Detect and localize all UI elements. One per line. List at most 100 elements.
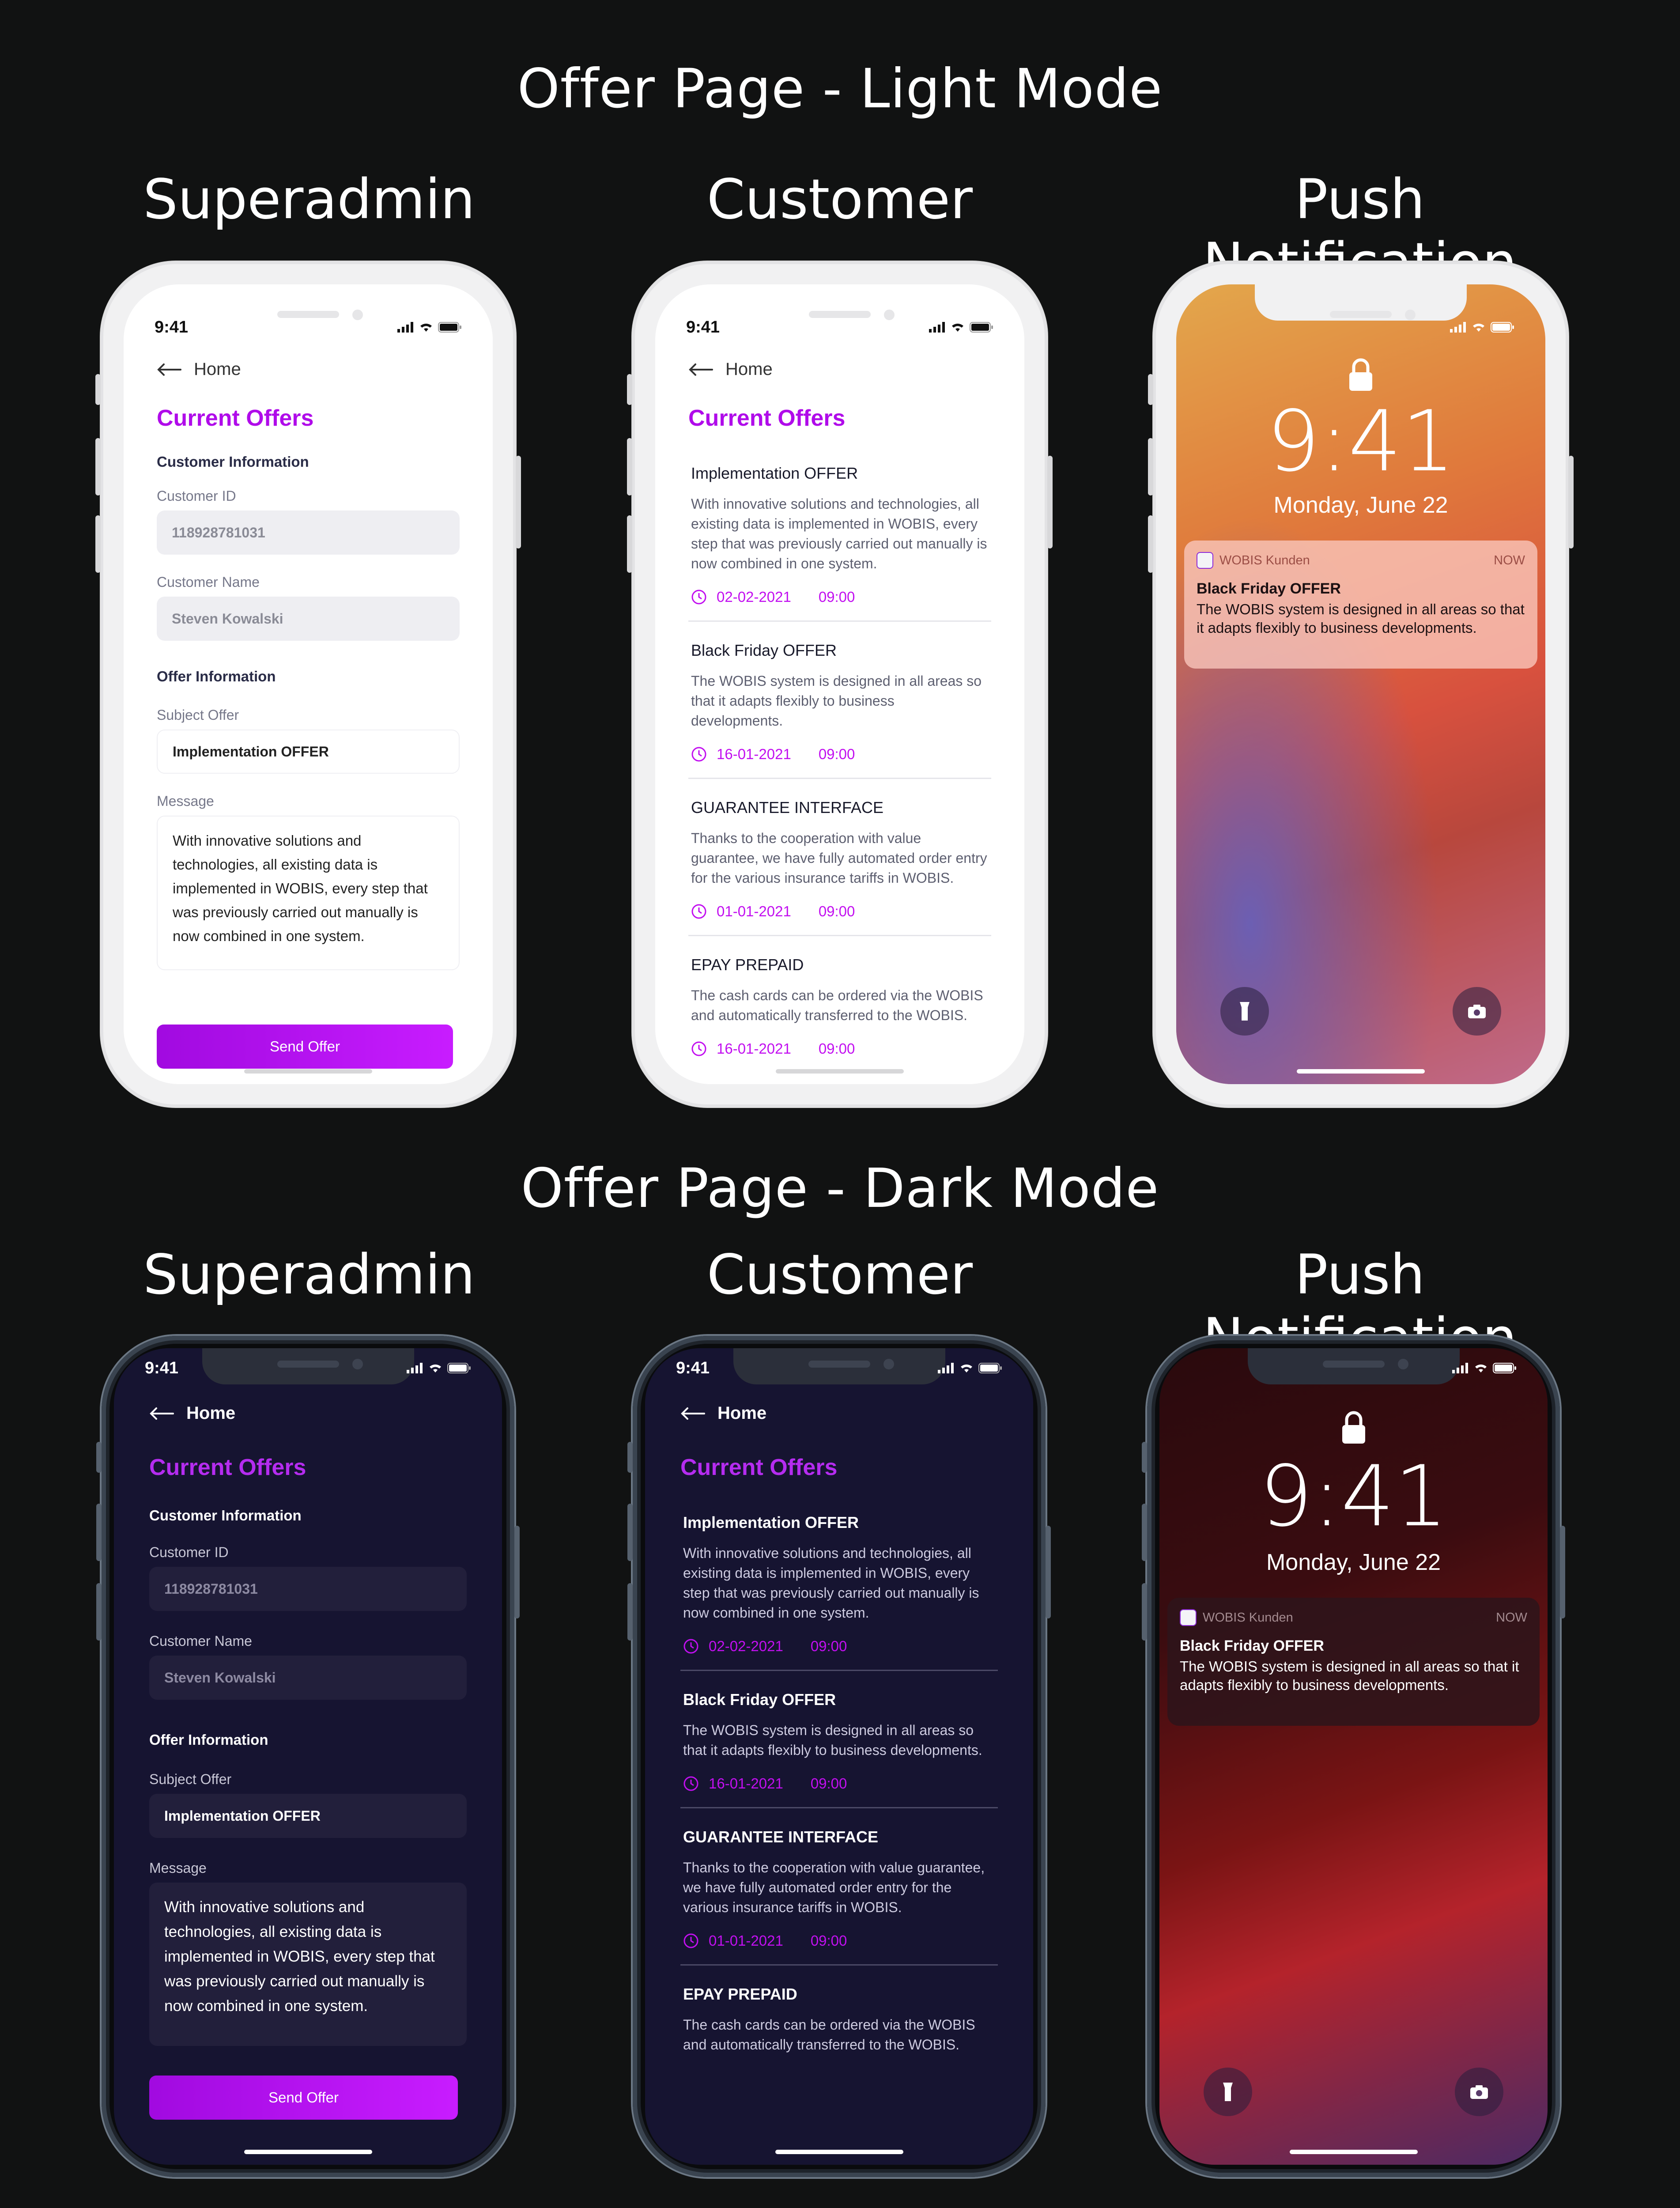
notification-time: NOW	[1496, 1610, 1527, 1625]
offer-title: EPAY PREPAID	[691, 956, 804, 974]
camera-icon	[1470, 2085, 1488, 2099]
offer-item[interactable]: EPAY PREPAID The cash cards can be order…	[688, 935, 991, 1072]
send-offer-button[interactable]: Send Offer	[157, 1025, 453, 1069]
app-icon	[1180, 1609, 1197, 1626]
back-label[interactable]: Home	[717, 1403, 766, 1423]
home-indicator[interactable]	[776, 1069, 904, 1074]
back-label[interactable]: Home	[186, 1403, 235, 1423]
clock-icon	[683, 1639, 698, 1654]
offer-date: 16-01-2021	[717, 1040, 791, 1057]
home-indicator[interactable]	[1289, 2150, 1418, 2154]
offer-date: 02-02-2021	[709, 1638, 783, 1654]
screen: 9:41 Home Current Offers Implementation …	[645, 1348, 1033, 2165]
customer-info-heading: Customer Information	[157, 454, 309, 470]
page-title: Current Offers	[688, 405, 846, 431]
offer-time: 09:00	[810, 1775, 847, 1792]
battery-icon	[978, 1363, 1002, 1373]
wifi-icon	[1475, 1364, 1487, 1372]
offer-item[interactable]: Implementation OFFER With innovative sol…	[680, 1494, 998, 1670]
screen: 9:41 Home Current Offers Customer Inform…	[124, 284, 493, 1084]
home-indicator[interactable]	[244, 2150, 372, 2154]
status-bar	[1190, 1357, 1517, 1379]
subject-input[interactable]: Implementation OFFER	[157, 730, 460, 774]
wifi-icon	[420, 323, 432, 332]
camera-button[interactable]	[1455, 2068, 1503, 2116]
subject-input[interactable]: Implementation OFFER	[149, 1794, 467, 1838]
wifi-icon	[952, 323, 963, 332]
offer-description: The WOBIS system is designed in all area…	[691, 673, 982, 729]
lock-date: Monday, June 22	[1266, 1550, 1441, 1575]
status-time: 9:41	[155, 318, 189, 336]
offer-date: 01-01-2021	[717, 903, 791, 919]
back-arrow-icon[interactable]	[149, 1407, 174, 1420]
customer-info-heading: Customer Information	[149, 1507, 302, 1524]
back-arrow-icon[interactable]	[157, 363, 181, 376]
battery-icon	[438, 322, 461, 333]
notification-app-name: WOBIS Kunden	[1203, 1610, 1293, 1625]
flashlight-button[interactable]	[1220, 987, 1269, 1036]
offer-date: 16-01-2021	[717, 746, 791, 762]
message-label: Message	[149, 1860, 207, 1876]
customer-id-label: Customer ID	[157, 488, 236, 504]
battery-icon	[1491, 322, 1514, 333]
home-indicator[interactable]	[775, 2150, 903, 2154]
back-nav[interactable]: Home	[680, 1403, 998, 1423]
offer-time: 09:00	[818, 903, 855, 919]
wifi-icon	[430, 1364, 441, 1372]
customer-name-field: Steven Kowalski	[157, 597, 460, 641]
offer-item[interactable]: GUARANTEE INTERFACE Thanks to the cooper…	[688, 778, 991, 935]
push-notification[interactable]: WOBIS Kunden NOW Black Friday OFFER The …	[1167, 1598, 1540, 1726]
back-nav[interactable]: Home	[149, 1403, 467, 1423]
back-label[interactable]: Home	[725, 359, 773, 379]
offer-item[interactable]: Black Friday OFFER The WOBIS system is d…	[680, 1670, 998, 1807]
offer-title: Implementation OFFER	[683, 1513, 859, 1531]
page-title: Current Offers	[157, 405, 314, 431]
notification-time: NOW	[1494, 553, 1525, 567]
back-arrow-icon[interactable]	[680, 1407, 705, 1420]
lock-date: Monday, June 22	[1273, 492, 1448, 518]
offer-item[interactable]: Black Friday OFFER The WOBIS system is d…	[688, 620, 991, 778]
back-nav[interactable]: Home	[688, 359, 991, 379]
home-indicator[interactable]	[244, 1069, 372, 1074]
lock-icon	[1349, 358, 1372, 391]
phone-push-dark: 9:41 Monday, June 22 WOBIS Kunden NOW Bl…	[1142, 1336, 1565, 2177]
offer-title: Implementation OFFER	[691, 464, 858, 482]
offer-title: GUARANTEE INTERFACE	[683, 1828, 879, 1846]
offer-item[interactable]: Implementation OFFER With innovative sol…	[688, 445, 991, 620]
message-textarea[interactable]: With innovative solutions and technologi…	[149, 1883, 467, 2046]
camera-button[interactable]	[1453, 987, 1501, 1036]
lock-icon	[1342, 1411, 1365, 1444]
phone-superadmin-light: 9:41 Home Current Offers Customer Inform…	[95, 261, 521, 1107]
offer-time: 09:00	[810, 1932, 847, 1949]
offer-item[interactable]: GUARANTEE INTERFACE Thanks to the cooper…	[680, 1807, 998, 1964]
screen: 9:41 Home Current Offers Customer Inform…	[114, 1348, 502, 2165]
offer-title: GUARANTEE INTERFACE	[691, 798, 884, 817]
clock-icon	[691, 747, 706, 762]
offer-description: Thanks to the cooperation with value gua…	[691, 830, 987, 886]
offer-title: EPAY PREPAID	[683, 1985, 797, 2003]
status-bar: 9:41	[676, 1357, 1002, 1379]
clock-icon	[683, 1776, 698, 1791]
back-arrow-icon[interactable]	[688, 363, 713, 376]
wifi-icon	[961, 1364, 972, 1372]
lock-screen: 9:41 Monday, June 22 WOBIS Kunden NOW Bl…	[1159, 1348, 1548, 2165]
battery-icon	[447, 1363, 471, 1373]
offer-description: The WOBIS system is designed in all area…	[683, 1722, 982, 1758]
offer-info-heading: Offer Information	[157, 668, 276, 684]
status-bar: 9:41	[155, 316, 462, 338]
offer-item[interactable]: EPAY PREPAID The cash cards can be order…	[680, 1964, 998, 2070]
phone-customer-light: 9:41 Home Current Offers Implementation …	[627, 261, 1053, 1107]
push-notification[interactable]: WOBIS Kunden NOW Black Friday OFFER The …	[1184, 541, 1537, 669]
phone-customer-dark: 9:41 Home Current Offers Implementation …	[627, 1336, 1051, 2177]
home-indicator[interactable]	[1297, 1069, 1425, 1074]
send-offer-button[interactable]: Send Offer	[149, 2076, 458, 2120]
message-textarea[interactable]: With innovative solutions and technologi…	[157, 816, 460, 970]
offer-info-heading: Offer Information	[149, 1732, 268, 1748]
customer-id-label: Customer ID	[149, 1544, 229, 1560]
flashlight-button[interactable]	[1204, 2068, 1252, 2116]
light-mode-title: Offer Page - Light Mode	[517, 57, 1163, 120]
battery-icon	[970, 322, 993, 333]
back-label[interactable]: Home	[194, 359, 241, 379]
back-nav[interactable]: Home	[157, 359, 460, 379]
status-bar: 9:41	[686, 316, 993, 338]
